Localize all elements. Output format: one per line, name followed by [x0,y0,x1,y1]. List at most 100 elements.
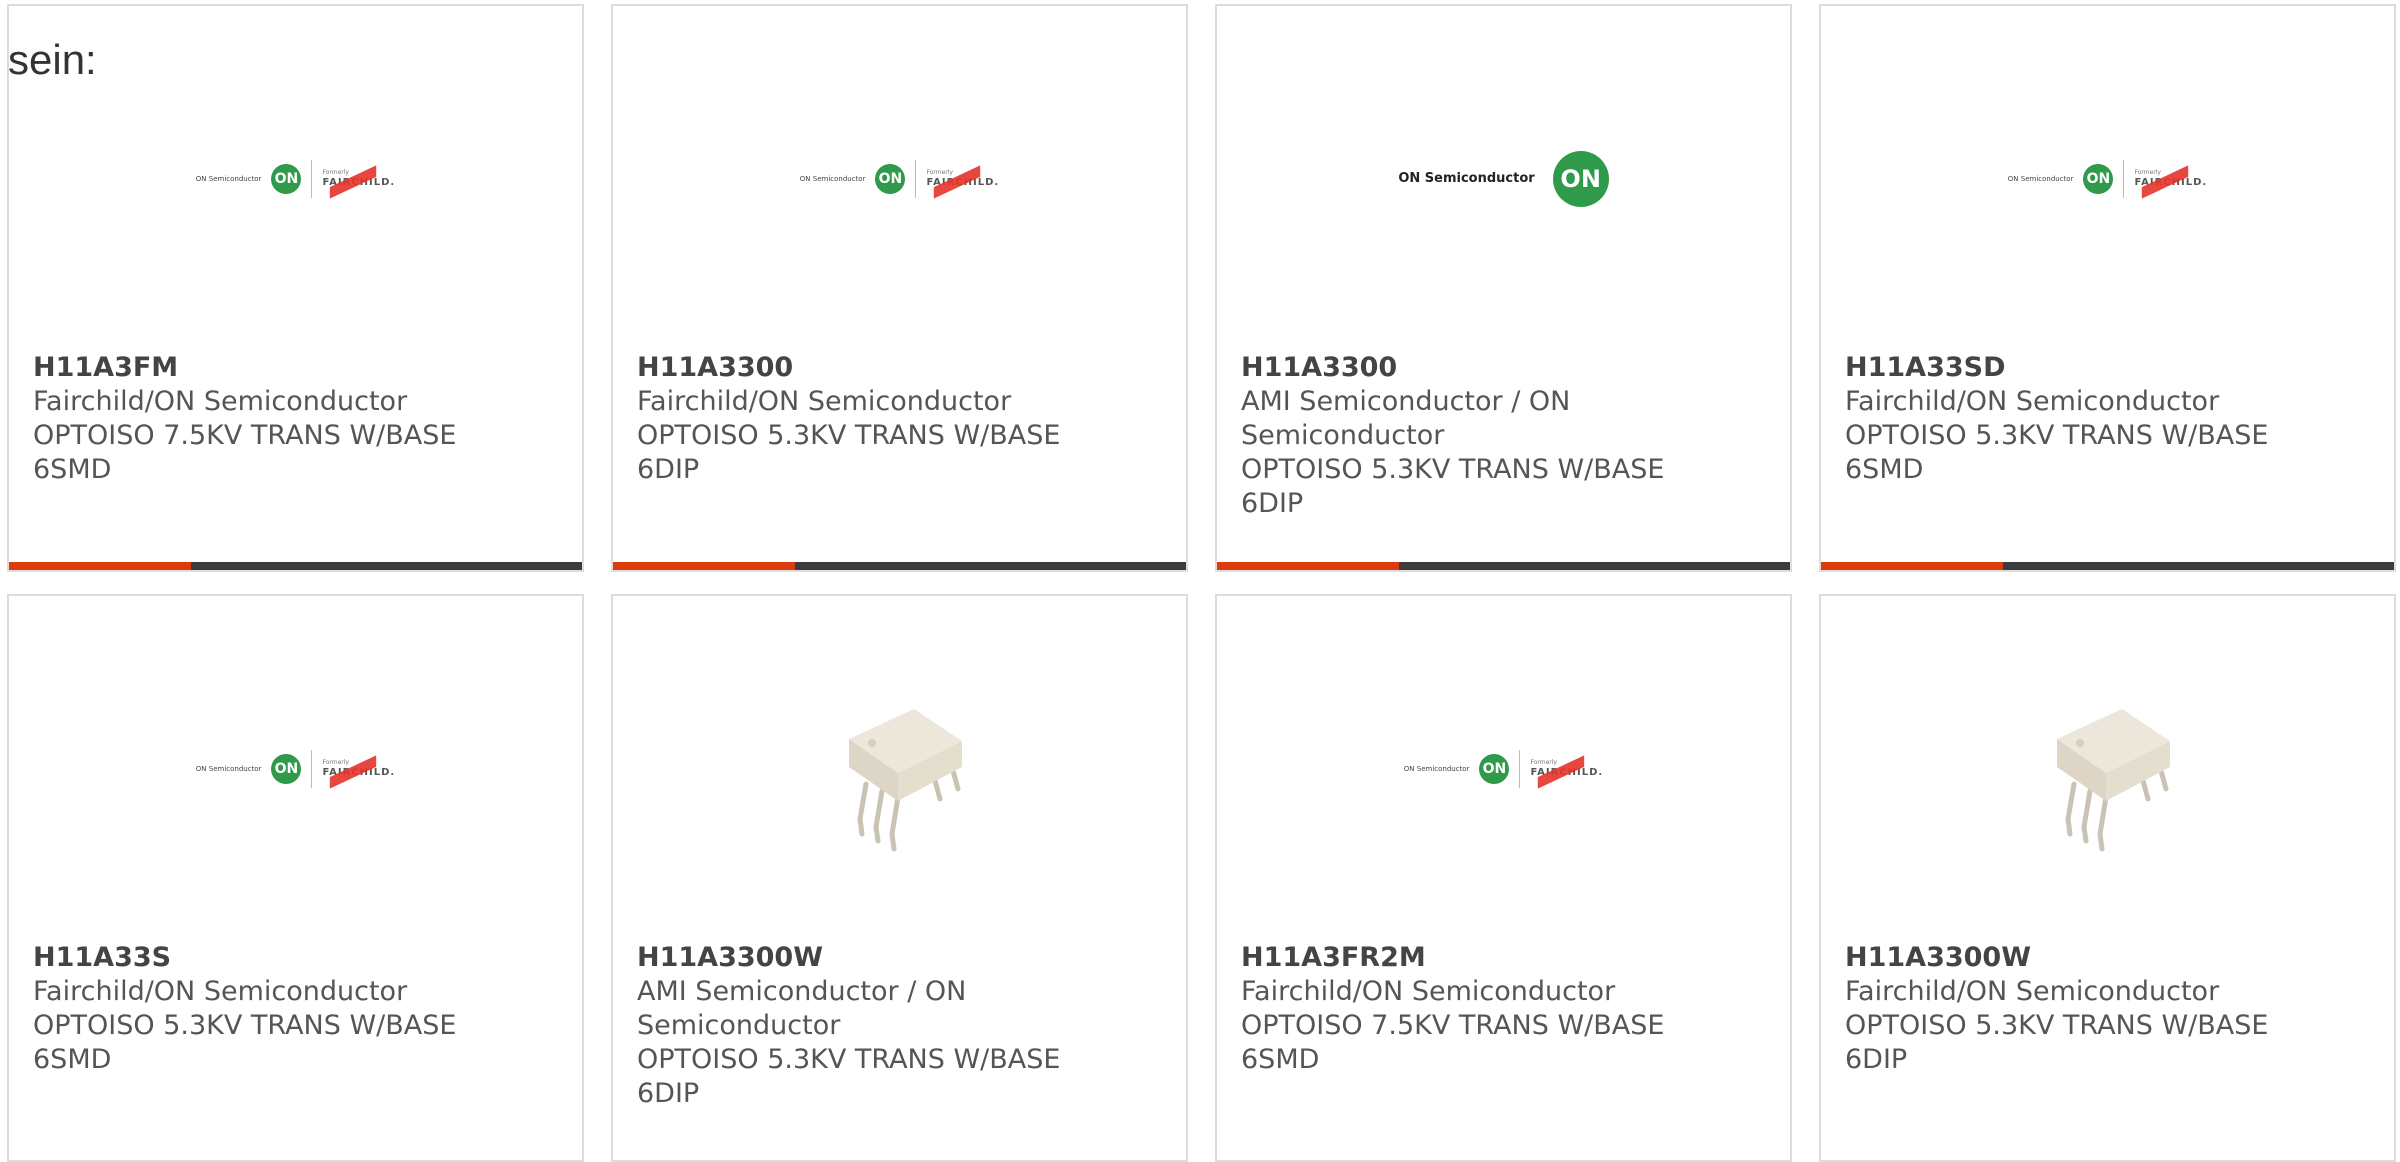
formerly-label: Formerly [322,169,349,176]
part-number[interactable]: H11A33SD [1845,351,2374,385]
card-accent [1821,562,2003,570]
manufacturer: Fairchild/ON Semiconductor [1241,976,1616,1007]
product-image[interactable]: ON Semiconductor ON [1217,6,1790,351]
product-card[interactable]: H11A3300W AMI Semiconductor / ON Semicon… [611,594,1188,1162]
description: OPTOISO 5.3KV TRANS W/BASE [637,1044,1061,1075]
fairchild-wordmark: FAIRCHILD. [1530,755,1603,789]
on-circle-icon: ON [2083,163,2114,194]
logo-divider [311,159,313,198]
on-circle-icon: ON [875,163,906,194]
card-accent [9,562,191,570]
logo-divider [915,159,917,198]
product-card[interactable]: ON Semiconductor ON Formerly FAIRCHILD. … [7,594,584,1162]
part-number[interactable]: H11A3300W [637,941,1166,975]
package: 6DIP [637,454,700,485]
manufacturer: Fairchild/ON Semiconductor [33,976,408,1007]
card-bottom-bar [1821,562,2394,570]
on-semiconductor-wordmark: ON Semiconductor [1398,171,1535,186]
card-bottom-bar [1217,562,1790,570]
package: 6DIP [637,1078,700,1109]
part-number[interactable]: H11A3FM [33,351,562,385]
product-card[interactable]: ON Semiconductor ON Formerly FAIRCHILD. … [611,4,1188,572]
product-info: H11A3FR2M Fairchild/ON Semiconductor OPT… [1241,941,1770,1077]
on-semiconductor-wordmark: ON Semiconductor [195,174,262,183]
on-fairchild-logo: ON Semiconductor ON Formerly FAIRCHILD. [799,159,999,199]
description: OPTOISO 5.3KV TRANS W/BASE [1845,420,2269,451]
product-card[interactable]: ON Semiconductor ON H11A3300 AMI Semicon… [1215,4,1792,572]
fairchild-wordmark: FAIRCHILD. [926,165,999,199]
product-info: H11A3FM Fairchild/ON Semiconductor OPTOI… [33,351,562,487]
product-card[interactable]: ON Semiconductor ON Formerly FAIRCHILD. … [7,4,584,572]
part-number[interactable]: H11A3FR2M [1241,941,1770,975]
manufacturer: Fairchild/ON Semiconductor [637,386,1012,417]
logo-divider [311,749,313,788]
on-semiconductor-wordmark: ON Semiconductor [799,174,866,183]
fairchild-logo: Formerly FAIRCHILD. [322,165,395,199]
product-info: H11A3300W AMI Semiconductor / ON Semicon… [637,941,1166,1111]
description: OPTOISO 5.3KV TRANS W/BASE [1845,1010,2269,1041]
fairchild-wordmark: FAIRCHILD. [2134,165,2207,199]
part-number[interactable]: H11A3300 [1241,351,1770,385]
fairchild-logo: Formerly FAIRCHILD. [322,755,395,789]
product-image[interactable]: ON Semiconductor ON Formerly FAIRCHILD. [613,6,1186,351]
product-card[interactable]: ON Semiconductor ON Formerly FAIRCHILD. … [1819,4,2396,572]
part-number[interactable]: H11A33S [33,941,562,975]
product-info: H11A3300 AMI Semiconductor / ON Semicond… [1241,351,1770,521]
part-number[interactable]: H11A3300 [637,351,1166,385]
product-info: H11A3300 Fairchild/ON Semiconductor OPTO… [637,351,1166,487]
package: 6SMD [1241,1044,1320,1075]
manufacturer: AMI Semiconductor / ON Semiconductor [1241,386,1571,451]
package: 6DIP [1241,488,1304,519]
card-accent [1217,562,1399,570]
description: OPTOISO 7.5KV TRANS W/BASE [33,420,457,451]
fairchild-logo: Formerly FAIRCHILD. [1530,755,1603,789]
on-semiconductor-logo: ON Semiconductor ON [1398,150,1609,207]
product-info: H11A33SD Fairchild/ON Semiconductor OPTO… [1845,351,2374,487]
product-image[interactable] [1821,596,2394,941]
dip-chip-photo [793,668,1006,869]
product-info: H11A3300W Fairchild/ON Semiconductor OPT… [1845,941,2374,1077]
logo-divider [1519,749,1521,788]
fairchild-logo: Formerly FAIRCHILD. [926,165,999,199]
card-bottom-bar [9,562,582,570]
package: 6SMD [1845,454,1924,485]
package: 6SMD [33,1044,112,1075]
on-fairchild-logo: ON Semiconductor ON Formerly FAIRCHILD. [1403,749,1603,789]
product-image[interactable]: ON Semiconductor ON Formerly FAIRCHILD. [1821,6,2394,351]
fairchild-wordmark: FAIRCHILD. [322,755,395,789]
description: OPTOISO 7.5KV TRANS W/BASE [1241,1010,1665,1041]
on-fairchild-logo: ON Semiconductor ON Formerly FAIRCHILD. [195,749,395,789]
manufacturer: Fairchild/ON Semiconductor [1845,976,2220,1007]
on-semiconductor-wordmark: ON Semiconductor [2007,174,2074,183]
fairchild-wordmark: FAIRCHILD. [322,165,395,199]
manufacturer: AMI Semiconductor / ON Semiconductor [637,976,967,1041]
product-image[interactable]: ON Semiconductor ON Formerly FAIRCHILD. [1217,596,1790,941]
on-fairchild-logo: ON Semiconductor ON Formerly FAIRCHILD. [2007,159,2207,199]
on-fairchild-logo: ON Semiconductor ON Formerly FAIRCHILD. [195,159,395,199]
part-number[interactable]: H11A3300W [1845,941,2374,975]
dip-chip-photo [2001,668,2214,869]
formerly-label: Formerly [2134,169,2161,176]
description: OPTOISO 5.3KV TRANS W/BASE [33,1010,457,1041]
card-bottom-bar [613,562,1186,570]
product-image[interactable]: ON Semiconductor ON Formerly FAIRCHILD. [9,596,582,941]
fairchild-logo: Formerly FAIRCHILD. [2134,165,2207,199]
card-accent [613,562,795,570]
page-heading: sein: [8,36,97,83]
on-circle-icon: ON [271,753,302,784]
on-semiconductor-wordmark: ON Semiconductor [195,764,262,773]
product-card[interactable]: ON Semiconductor ON Formerly FAIRCHILD. … [1215,594,1792,1162]
product-image[interactable] [613,596,1186,941]
logo-divider [2123,159,2125,198]
manufacturer: Fairchild/ON Semiconductor [33,386,408,417]
package: 6DIP [1845,1044,1908,1075]
on-circle-icon: ON [1552,150,1609,207]
description: OPTOISO 5.3KV TRANS W/BASE [1241,454,1665,485]
description: OPTOISO 5.3KV TRANS W/BASE [637,420,1061,451]
manufacturer: Fairchild/ON Semiconductor [1845,386,2220,417]
on-semiconductor-wordmark: ON Semiconductor [1403,764,1470,773]
product-card[interactable]: H11A3300W Fairchild/ON Semiconductor OPT… [1819,594,2396,1162]
product-info: H11A33S Fairchild/ON Semiconductor OPTOI… [33,941,562,1077]
on-circle-icon: ON [271,163,302,194]
formerly-label: Formerly [322,759,349,766]
